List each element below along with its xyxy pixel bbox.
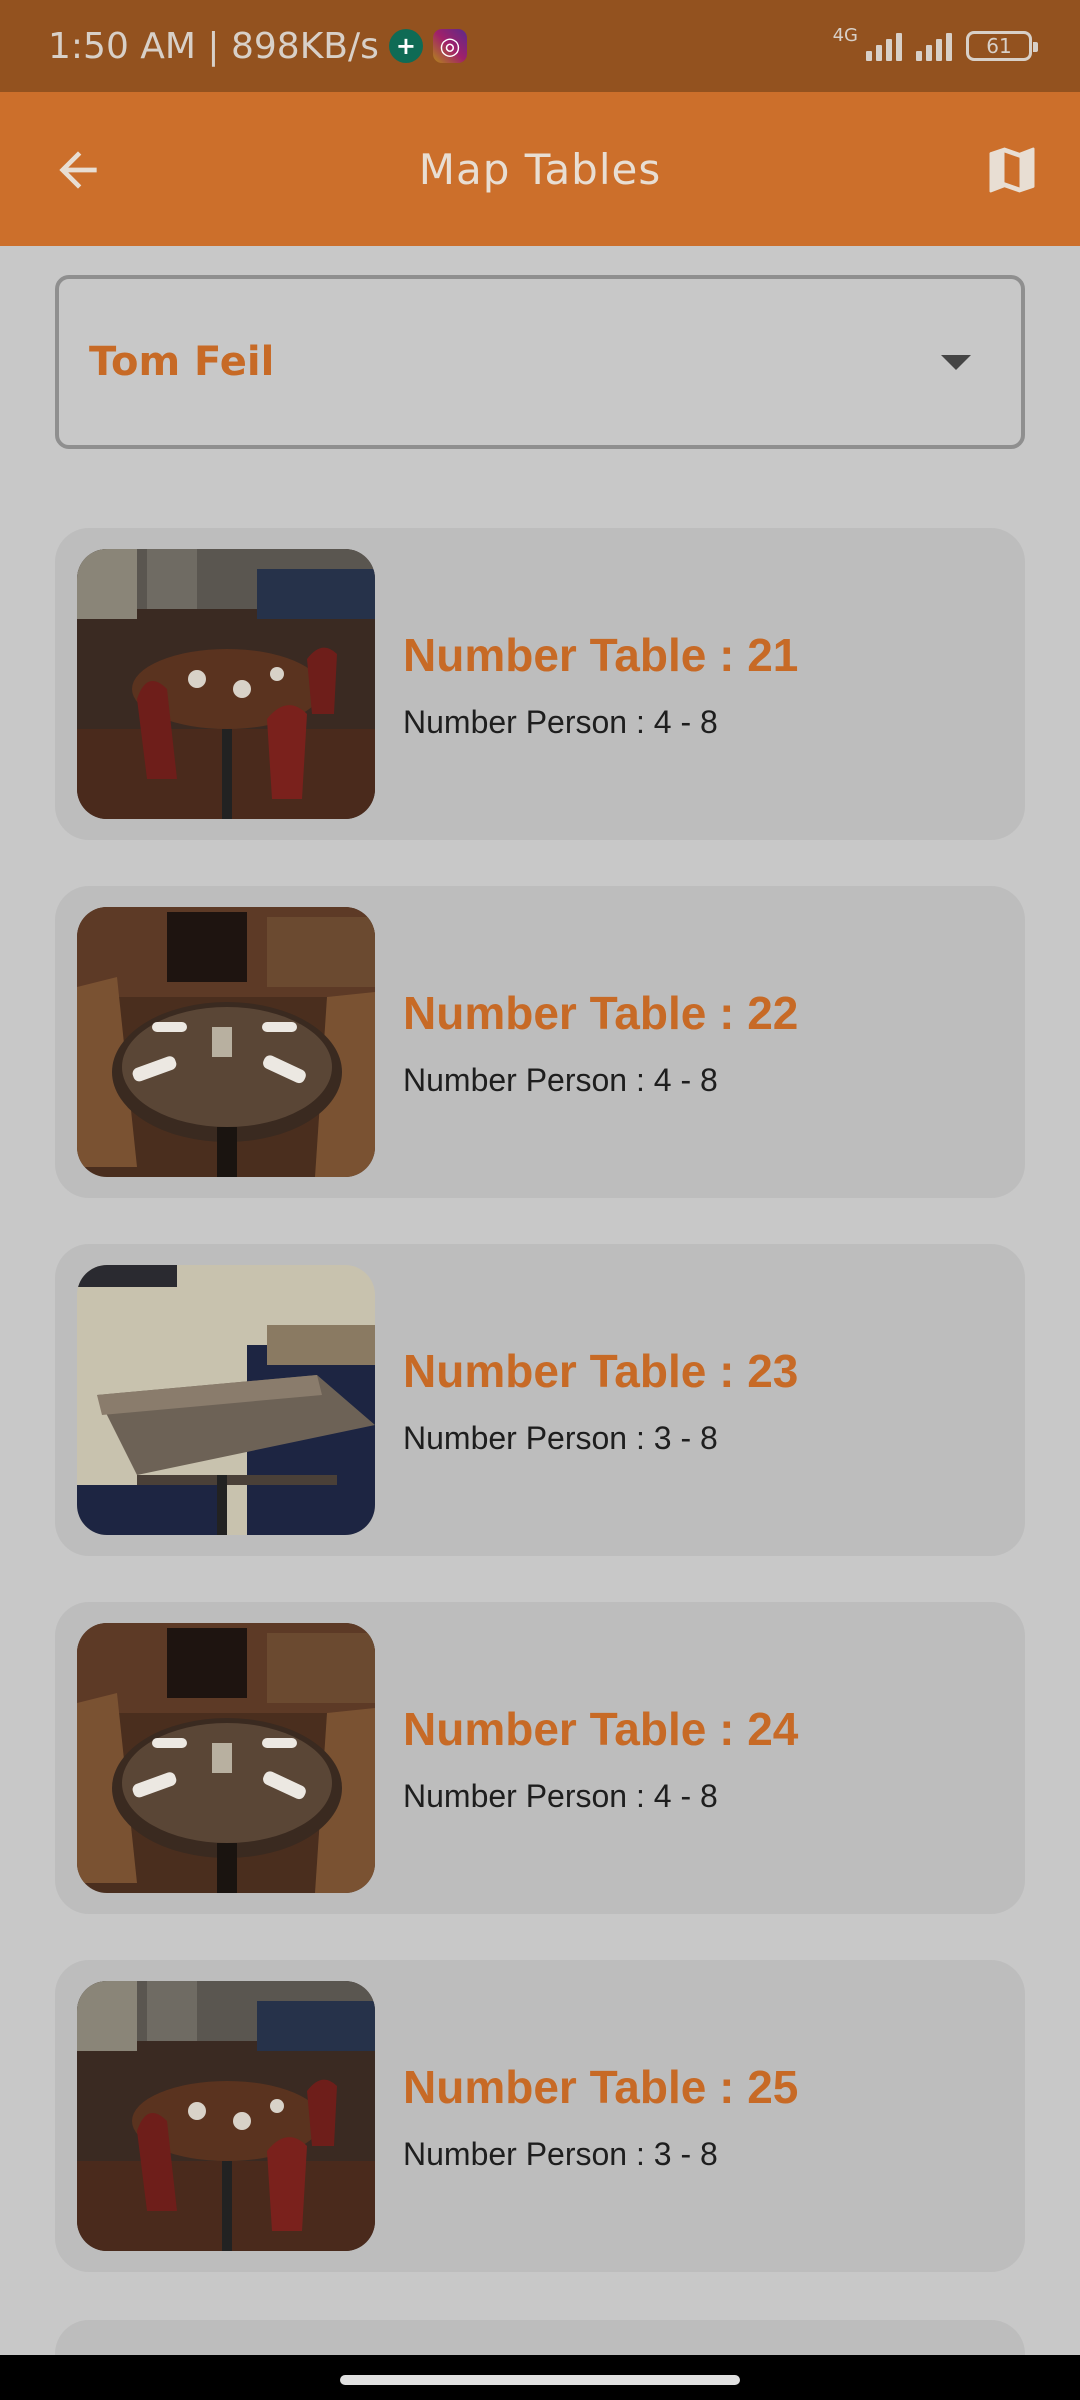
- screen: 1:50 AM | 898KB/s + ◎ 4G 61 Map Tables T…: [0, 0, 1080, 2400]
- table-number: Number Table : 22: [403, 986, 799, 1039]
- page-title: Map Tables: [418, 144, 662, 194]
- signal-icon: [916, 31, 952, 61]
- customer-dropdown[interactable]: Tom Feil: [55, 275, 1025, 449]
- table-card[interactable]: Number Table : 23 Number Person : 3 - 8: [55, 1244, 1025, 1556]
- signal-icon: [866, 31, 902, 61]
- table-photo: [77, 1623, 375, 1893]
- table-number: Number Table : 25: [403, 2060, 799, 2113]
- table-card-text: Number Table : 25 Number Person : 3 - 8: [403, 2060, 798, 2173]
- table-photo: [77, 549, 375, 819]
- map-icon: [989, 147, 1035, 193]
- dropdown-value: Tom Feil: [89, 339, 275, 385]
- table-card[interactable]: Number Table : 21 Number Person : 4 - 8: [55, 528, 1025, 840]
- status-bar: 1:50 AM | 898KB/s + ◎ 4G 61: [0, 0, 1080, 92]
- table-card[interactable]: Number Table : 22 Number Person : 4 - 8: [55, 886, 1025, 1198]
- battery-level: 61: [986, 34, 1012, 58]
- booth-table-image: [77, 1265, 375, 1535]
- round-table-napkins-image: [77, 907, 375, 1177]
- instagram-icon: ◎: [432, 29, 467, 63]
- caret-down-icon: [941, 354, 971, 370]
- status-left: 1:50 AM | 898KB/s + ◎: [48, 26, 467, 67]
- table-card-text: Number Table : 23 Number Person : 3 - 8: [403, 1344, 798, 1457]
- table-number: Number Table : 23: [403, 1344, 799, 1397]
- table-card-text: Number Table : 24 Number Person : 4 - 8: [403, 1702, 798, 1815]
- battery-icon: 61: [966, 31, 1038, 61]
- status-right: 4G 61: [833, 25, 1038, 61]
- table-card-text: Number Table : 22 Number Person : 4 - 8: [403, 986, 798, 1099]
- status-time: 1:50 AM | 898KB/s: [48, 25, 379, 67]
- table-number: Number Table : 21: [403, 628, 799, 681]
- back-button[interactable]: [50, 142, 106, 198]
- table-photo: [77, 907, 375, 1177]
- round-table-red-chairs-image: [77, 549, 375, 819]
- table-photo: [77, 1265, 375, 1535]
- table-photo: [77, 1981, 375, 2251]
- map-button[interactable]: [982, 140, 1042, 200]
- table-persons: Number Person : 3 - 8: [403, 1419, 718, 1456]
- table-card[interactable]: Number Table : 25 Number Person : 3 - 8: [55, 1960, 1025, 2272]
- home-handle[interactable]: [340, 2375, 740, 2385]
- round-table-napkins-image: [77, 1623, 375, 1893]
- table-number: Number Table : 24: [403, 1702, 799, 1755]
- table-persons: Number Person : 4 - 8: [403, 1061, 718, 1098]
- table-persons: Number Person : 3 - 8: [403, 2135, 718, 2172]
- table-card-text: Number Table : 21 Number Person : 4 - 8: [403, 628, 798, 741]
- table-card[interactable]: Number Table : 24 Number Person : 4 - 8: [55, 1602, 1025, 1914]
- round-table-red-chairs-image: [77, 1981, 375, 2251]
- navigation-bar: [0, 2355, 1080, 2400]
- arrow-left-icon: [59, 151, 97, 189]
- table-persons: Number Person : 4 - 8: [403, 1777, 718, 1814]
- table-persons: Number Person : 4 - 8: [403, 703, 718, 740]
- app-bar: Map Tables: [0, 92, 1080, 246]
- network-label: 4G: [832, 24, 858, 46]
- green-plus-app-icon: +: [388, 29, 423, 63]
